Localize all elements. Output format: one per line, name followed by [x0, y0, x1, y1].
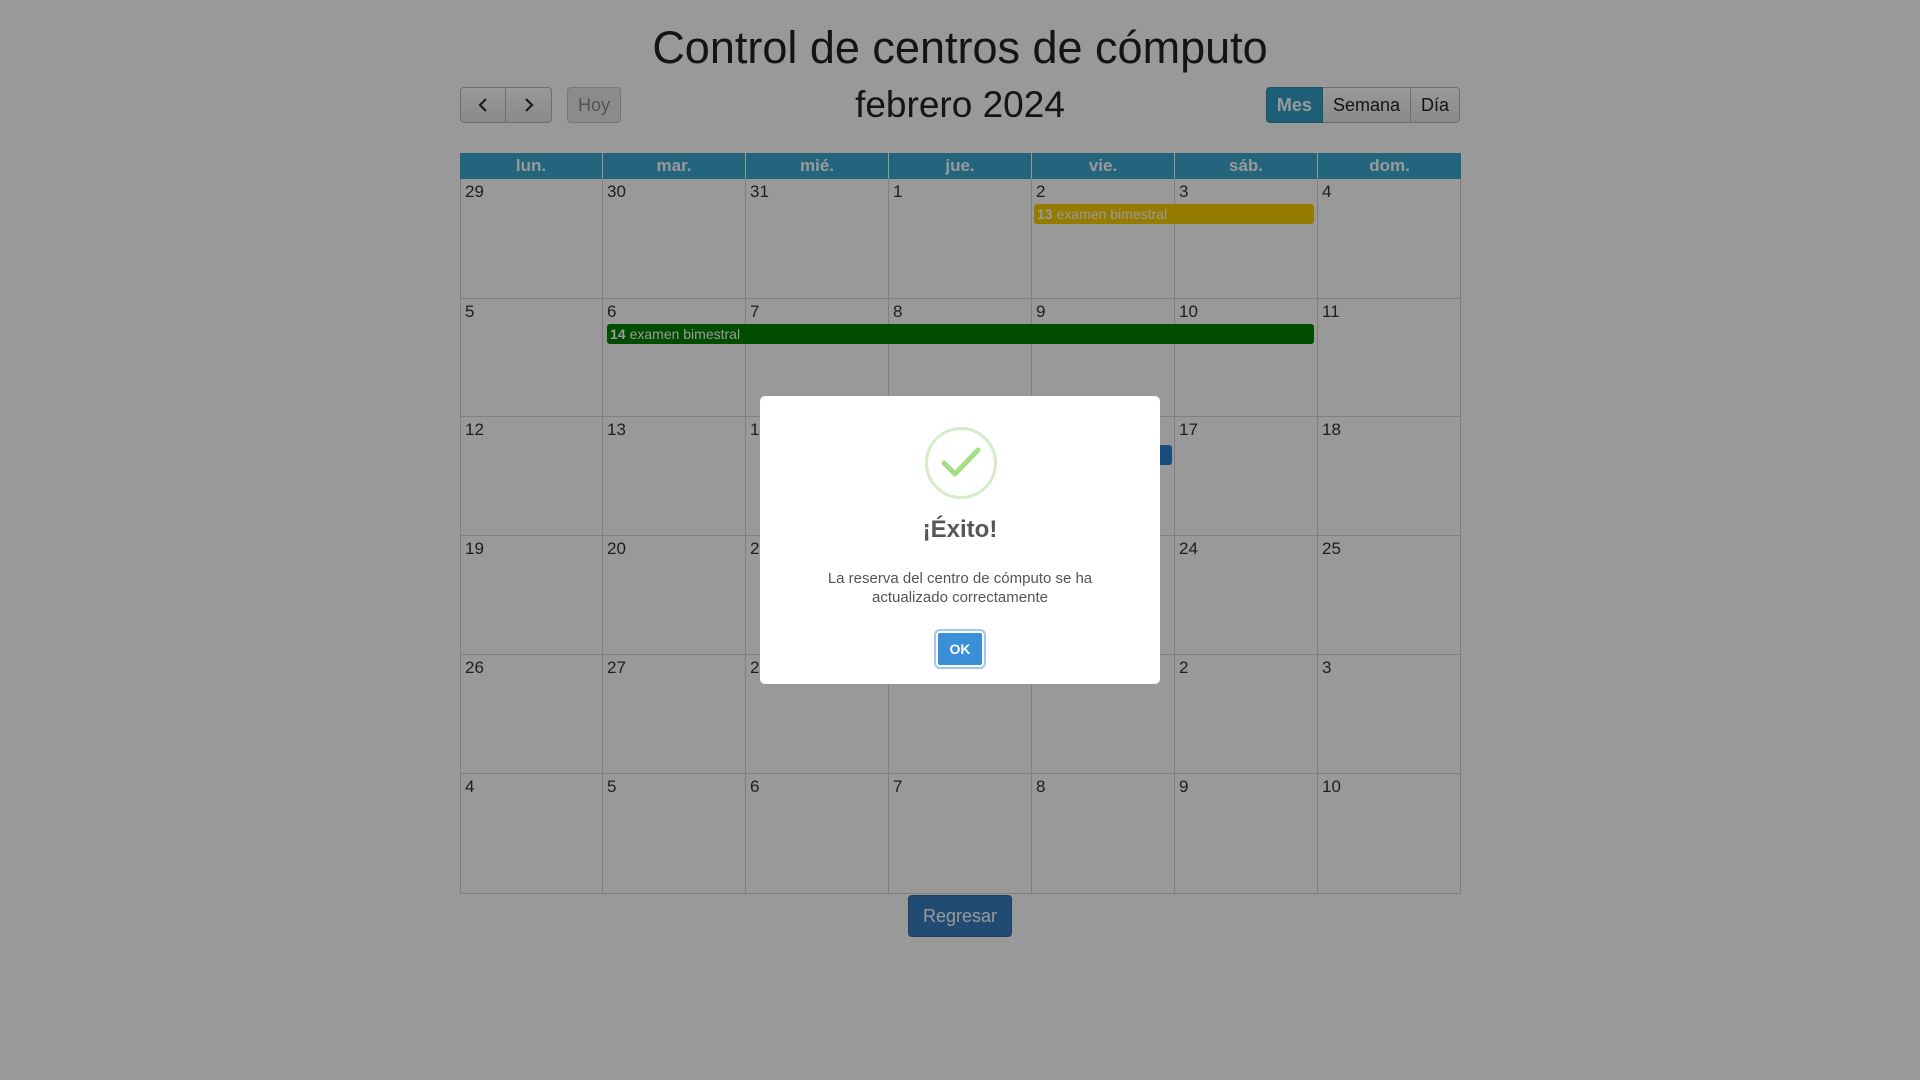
page: Control de centros de cómputo Hoy febrer… [0, 0, 1920, 1080]
success-dialog: ¡Éxito! La reserva del centro de cómputo… [760, 396, 1160, 684]
dialog-title: ¡Éxito! [922, 516, 998, 543]
ok-button[interactable]: OK [936, 631, 984, 667]
dialog-message: La reserva del centro de cómputo se ha a… [827, 570, 1093, 606]
check-icon [941, 447, 981, 477]
success-check-icon [925, 427, 997, 499]
